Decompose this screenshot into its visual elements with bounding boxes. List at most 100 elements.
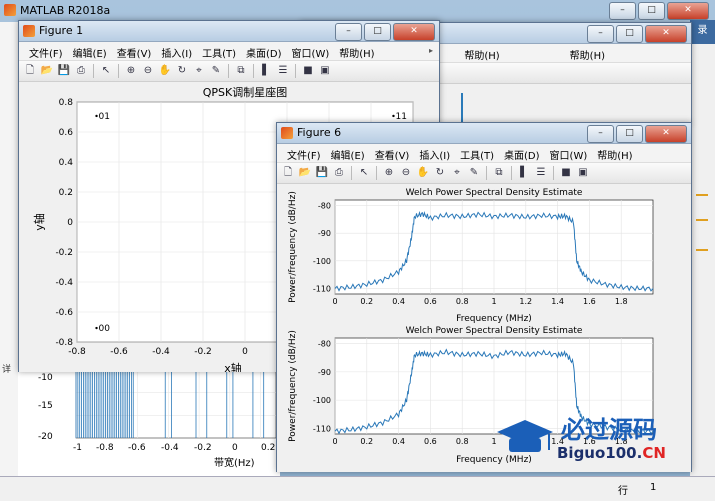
- matlab-login-tab[interactable]: 录: [690, 20, 715, 44]
- pan-icon[interactable]: ✋: [158, 64, 172, 78]
- toolbar-separator: [486, 166, 487, 180]
- print-icon[interactable]: ⎙: [74, 64, 88, 78]
- docked-icon[interactable]: ▣: [318, 64, 332, 78]
- maximize-button[interactable]: □: [364, 23, 391, 41]
- psd-ytick: -110: [313, 424, 331, 433]
- figure-icon: [281, 127, 293, 139]
- brush-icon[interactable]: ✎: [467, 166, 481, 180]
- qpsk-ytick: 0.8: [59, 98, 74, 108]
- new-file-icon[interactable]: 🗋: [281, 166, 295, 180]
- maximize-button[interactable]: □: [638, 2, 665, 20]
- matlab-status-bar: 行 1: [0, 476, 715, 501]
- psd1-title: Welch Power Spectral Density Estimate: [406, 188, 583, 198]
- psd-ytick: -90: [318, 368, 331, 377]
- colorbar-icon[interactable]: ▌: [259, 64, 273, 78]
- qpsk-ylabel: y轴: [32, 213, 46, 231]
- menu-desktop[interactable]: 桌面(D): [242, 42, 288, 60]
- save-icon[interactable]: 💾: [57, 64, 71, 78]
- close-button[interactable]: ✕: [667, 2, 709, 20]
- docked-icon[interactable]: ▣: [576, 166, 590, 180]
- menu-edit[interactable]: 编辑(E): [69, 42, 113, 60]
- pan-icon[interactable]: ✋: [416, 166, 430, 180]
- psd-ytick: -80: [318, 340, 331, 349]
- qpsk-point-label: 01: [99, 112, 110, 122]
- psd1-ylabel: Power/frequency (dB/Hz): [288, 191, 298, 303]
- zoom-in-icon[interactable]: ⊕: [124, 64, 138, 78]
- menu-file[interactable]: 文件(F): [25, 42, 69, 60]
- menu-edit[interactable]: 编辑(E): [327, 144, 371, 162]
- close-button[interactable]: ✕: [393, 23, 435, 41]
- figure-icon: [23, 25, 35, 37]
- psd-xtick: 0.2: [360, 297, 373, 306]
- maximize-button[interactable]: □: [616, 25, 643, 43]
- qpsk-xtick: -0.2: [194, 347, 212, 357]
- link-icon[interactable]: ⧉: [492, 166, 506, 180]
- qpsk-point: [392, 114, 395, 118]
- menu-help[interactable]: 帮助(H): [460, 44, 505, 62]
- toolbar-separator: [253, 64, 254, 78]
- legend-icon[interactable]: ☰: [276, 64, 290, 78]
- qpsk-xtick: 0: [242, 347, 248, 357]
- grid-icon[interactable]: ■: [301, 64, 315, 78]
- menu-window[interactable]: 窗口(W): [288, 42, 336, 60]
- minimize-button[interactable]: –: [587, 125, 614, 143]
- close-button[interactable]: ✕: [645, 125, 687, 143]
- minimize-button[interactable]: –: [609, 2, 636, 20]
- bw-xlabel: 带宽(Hz): [214, 456, 255, 469]
- menu-help[interactable]: 帮助(H): [335, 42, 380, 60]
- rotate-icon[interactable]: ↻: [433, 166, 447, 180]
- psd-xtick: 0: [332, 437, 337, 446]
- menu-view[interactable]: 查看(V): [113, 42, 158, 60]
- menu-desktop[interactable]: 桌面(D): [500, 144, 546, 162]
- save-icon[interactable]: 💾: [315, 166, 329, 180]
- menu-arrow-icon[interactable]: ▸: [429, 46, 433, 55]
- toolbar-separator: [376, 166, 377, 180]
- zoom-in-icon[interactable]: ⊕: [382, 166, 396, 180]
- psd2-title: Welch Power Spectral Density Estimate: [406, 326, 583, 336]
- qpsk-ytick: -0.2: [55, 248, 73, 258]
- matlab-window-controls: – □ ✕: [609, 2, 709, 20]
- menu-help[interactable]: 帮助(H): [593, 144, 638, 162]
- menu-tools[interactable]: 工具(T): [456, 144, 500, 162]
- qpsk-xtick: -0.4: [152, 347, 170, 357]
- zoom-out-icon[interactable]: ⊖: [399, 166, 413, 180]
- psd-top-chart: 0 0.2 0.4 0.6 0.8 1 1.2 1.4 1.6 1.8 -80 -90 -100 -110…: [288, 188, 654, 324]
- psd-xtick: 0.6: [424, 437, 437, 446]
- toolbar-separator: [228, 64, 229, 78]
- data-cursor-icon[interactable]: ⌖: [450, 166, 464, 180]
- menu-insert[interactable]: 插入(I): [157, 42, 198, 60]
- menu-tools[interactable]: 工具(T): [198, 42, 242, 60]
- left-panel-label: 详: [2, 365, 12, 375]
- menu-insert[interactable]: 插入(I): [415, 144, 456, 162]
- bw-xtick: -1: [73, 443, 82, 453]
- brush-icon[interactable]: ✎: [209, 64, 223, 78]
- close-button[interactable]: ✕: [645, 25, 687, 43]
- colorbar-icon[interactable]: ▌: [517, 166, 531, 180]
- menu-window[interactable]: 窗口(W): [546, 144, 594, 162]
- toolbar-separator: [93, 64, 94, 78]
- psd-xtick: 1: [491, 297, 496, 306]
- open-folder-icon[interactable]: 📂: [298, 166, 312, 180]
- pointer-icon[interactable]: ↖: [99, 64, 113, 78]
- open-folder-icon[interactable]: 📂: [40, 64, 54, 78]
- maximize-button[interactable]: □: [616, 125, 643, 143]
- pointer-icon[interactable]: ↖: [357, 166, 371, 180]
- rotate-icon[interactable]: ↻: [175, 64, 189, 78]
- qpsk-ytick: 0.2: [59, 188, 73, 198]
- new-file-icon[interactable]: 🗋: [23, 64, 37, 78]
- legend-icon[interactable]: ☰: [534, 166, 548, 180]
- psd-xtick: 1.4: [551, 297, 564, 306]
- minimize-button[interactable]: –: [335, 23, 362, 41]
- menu-help[interactable]: 帮助(H): [566, 44, 611, 62]
- menu-file[interactable]: 文件(F): [283, 144, 327, 162]
- psd-xtick: 0.4: [392, 297, 405, 306]
- data-cursor-icon[interactable]: ⌖: [192, 64, 206, 78]
- print-icon[interactable]: ⎙: [332, 166, 346, 180]
- psd-xtick: 1.6: [583, 297, 596, 306]
- grid-icon[interactable]: ■: [559, 166, 573, 180]
- menu-view[interactable]: 查看(V): [371, 144, 416, 162]
- zoom-out-icon[interactable]: ⊖: [141, 64, 155, 78]
- psd-ytick: -90: [318, 229, 331, 238]
- link-icon[interactable]: ⧉: [234, 64, 248, 78]
- minimize-button[interactable]: –: [587, 25, 614, 43]
